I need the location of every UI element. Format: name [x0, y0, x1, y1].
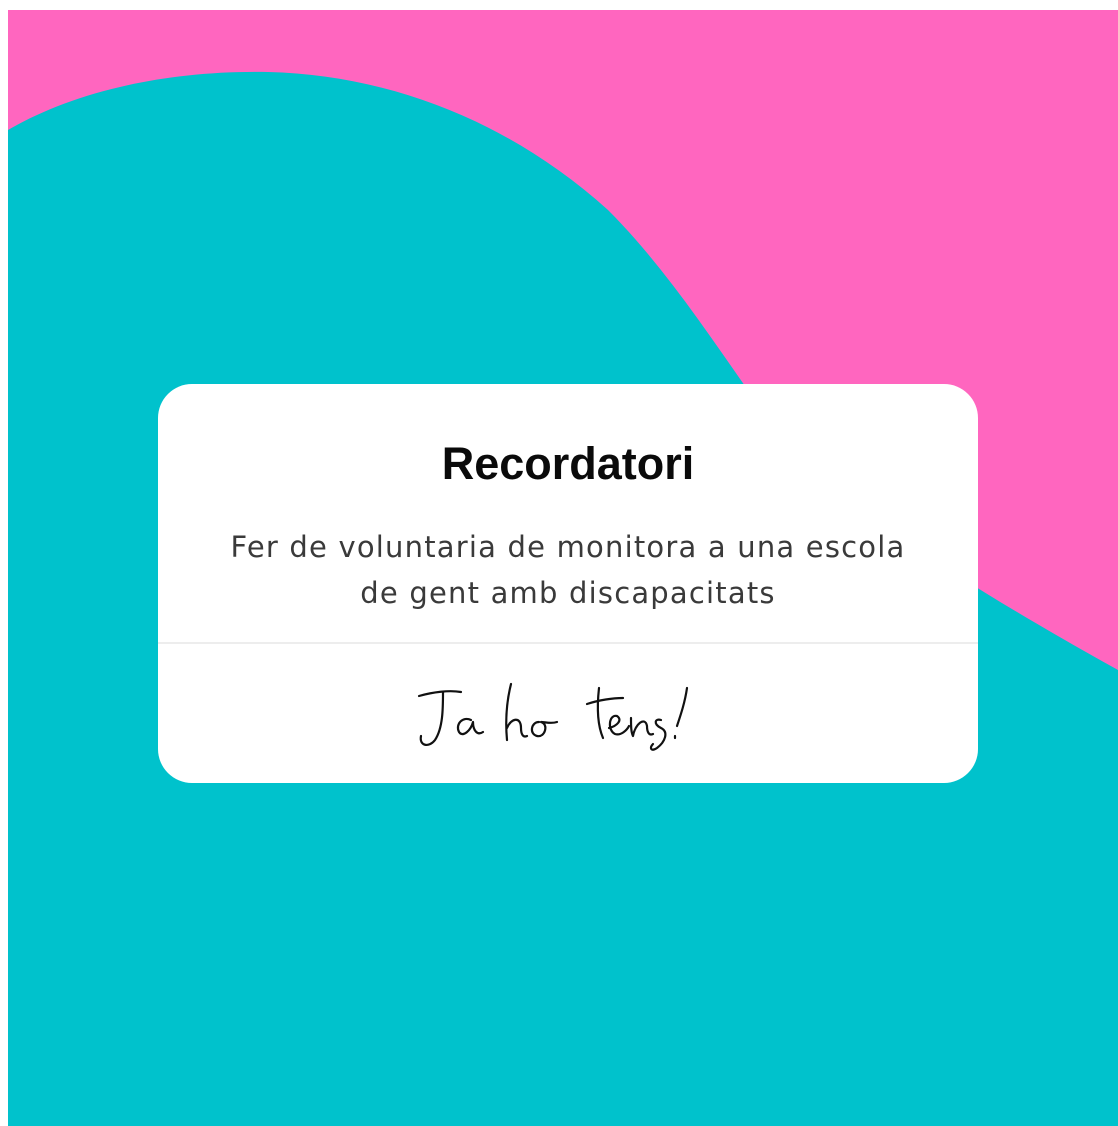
card-title: Recordatori: [441, 438, 695, 489]
signature-area: [158, 644, 978, 783]
reminder-card: Recordatori Fer de voluntaria de monitor…: [158, 384, 978, 783]
story-canvas: Recordatori Fer de voluntaria de monitor…: [8, 10, 1118, 1126]
card-body-text: Fer de voluntaria de monitora a una esco…: [230, 530, 906, 610]
handwritten-signature-graphic: [417, 682, 689, 751]
